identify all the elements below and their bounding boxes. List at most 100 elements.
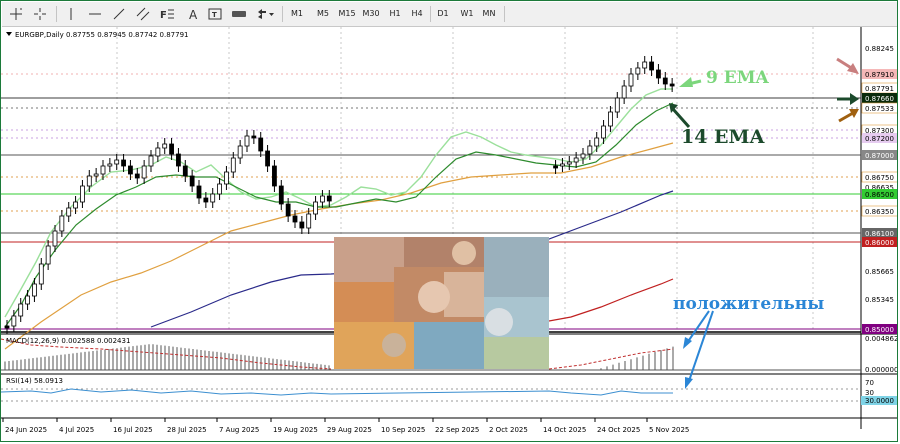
timeframe-w1[interactable]: W1 — [458, 5, 476, 23]
rsi-header: RSI(14) 58.0913 — [6, 377, 63, 385]
candle — [560, 163, 565, 167]
candle — [320, 195, 325, 203]
x-axis-label: 29 Aug 2025 — [327, 426, 372, 434]
candle — [66, 207, 72, 217]
fibonacci-icon[interactable]: F — [158, 5, 176, 23]
x-axis-label: 22 Sep 2025 — [435, 426, 479, 434]
candle — [299, 221, 305, 229]
timeframe-h1[interactable]: H1 — [386, 5, 404, 23]
candle — [258, 137, 264, 152]
timeframe-m5[interactable]: M5 — [314, 5, 332, 23]
candle — [18, 303, 24, 317]
candle — [189, 175, 195, 187]
trend-line-icon[interactable] — [110, 5, 128, 23]
candle — [587, 145, 593, 155]
timeframe-m30[interactable]: M30 — [360, 5, 382, 23]
candle — [614, 97, 620, 113]
candle — [662, 77, 668, 85]
candle — [148, 155, 154, 167]
price-label: 0.88245 — [865, 45, 894, 53]
toolbar-separator — [504, 6, 505, 22]
timeframe-m1[interactable]: M1 — [288, 5, 306, 23]
candle — [162, 143, 168, 149]
rsi-value-label: 30.0000 — [865, 397, 894, 405]
candle — [580, 153, 586, 159]
candle — [313, 201, 318, 215]
timeframe-h4[interactable]: H4 — [408, 5, 426, 23]
timeframe-m15[interactable]: M15 — [336, 5, 358, 23]
candle — [601, 125, 606, 139]
candle — [128, 165, 133, 175]
candle — [86, 175, 92, 187]
channel-icon[interactable] — [134, 5, 152, 23]
candle — [182, 165, 188, 177]
price-label: 0.87791 — [865, 85, 894, 93]
x-axis-label: 4 Jul 2025 — [59, 426, 94, 434]
x-axis-label: 10 Sep 2025 — [381, 426, 425, 434]
rsi-30-label: 30 — [865, 389, 874, 397]
candle — [4, 325, 10, 329]
x-axis-label: 24 Oct 2025 — [597, 426, 640, 434]
candle — [59, 215, 65, 232]
vertical-line-icon[interactable] — [62, 5, 80, 23]
candle — [210, 193, 216, 203]
candle — [608, 111, 613, 127]
macd-top-label: 0.004862 — [865, 335, 898, 343]
candle — [224, 171, 229, 185]
candle — [217, 183, 222, 195]
candle — [230, 157, 236, 173]
x-axis-label: 5 Nov 2025 — [649, 426, 689, 434]
timeframe-mn[interactable]: MN — [480, 5, 498, 23]
timeframe-d1[interactable]: D1 — [434, 5, 452, 23]
candle — [553, 165, 558, 169]
ema9-annotation: 9 EMA — [706, 68, 770, 88]
ema14-annotation: 14 EMA — [681, 126, 765, 148]
price-label: 0.85000 — [865, 326, 894, 334]
candle — [272, 165, 277, 187]
x-axis-label: 14 Oct 2025 — [543, 426, 586, 434]
candle — [32, 283, 37, 297]
candle — [176, 153, 181, 167]
drawing-toolbar: F A T M1 M5 M15 M30 H1 H4 D1 W1 MN — [2, 2, 897, 27]
candle — [642, 61, 648, 69]
candle — [306, 213, 312, 229]
text-label-icon[interactable]: T — [206, 5, 224, 23]
price-label: 0.87200 — [865, 135, 894, 143]
shapes-dropdown-icon[interactable] — [254, 5, 276, 23]
candle — [80, 185, 85, 203]
price-label: 0.86750 — [865, 174, 894, 182]
candle — [141, 165, 147, 179]
x-axis-label: 16 Jul 2025 — [113, 426, 153, 434]
candle — [45, 245, 51, 265]
svg-text:T: T — [212, 11, 217, 19]
terminal-window: F A T M1 M5 M15 M30 H1 H4 D1 W1 MN 0.882… — [0, 0, 898, 442]
main-header: EURGBP,Daily 0.87755 0.87945 0.87742 0.8… — [6, 31, 188, 39]
cursor-cross-icon[interactable] — [30, 5, 50, 23]
price-label: 0.87000 — [865, 152, 894, 160]
rsi-70-label: 70 — [865, 379, 874, 387]
candle — [649, 61, 654, 71]
price-label: 0.87660 — [865, 95, 894, 103]
price-label: 0.86000 — [865, 239, 894, 247]
candle — [114, 159, 120, 165]
price-label: 0.87533 — [865, 105, 894, 113]
macd-bottom-label: 0.000000 — [865, 366, 898, 374]
candle — [573, 157, 579, 163]
arrow-icon[interactable] — [230, 5, 248, 23]
candle — [25, 295, 30, 305]
candle — [52, 230, 58, 247]
crosshair-icon[interactable] — [6, 5, 26, 23]
candle — [134, 173, 140, 179]
candle — [628, 73, 634, 87]
candle — [196, 185, 202, 199]
price-label: 0.86500 — [865, 191, 894, 199]
chart-header: EURGBP,Daily 0.87755 0.87945 0.87742 0.8… — [15, 31, 188, 39]
text-icon[interactable]: A — [184, 5, 202, 23]
positive-annotation: положительны — [673, 294, 824, 314]
x-axis-label: 19 Aug 2025 — [273, 426, 318, 434]
candle — [73, 201, 78, 209]
horizontal-line-icon[interactable] — [86, 5, 104, 23]
macd-header: MACD(12,26,9) 0.002588 0.002431 — [6, 337, 130, 345]
candle — [155, 147, 161, 157]
candle — [621, 85, 627, 99]
